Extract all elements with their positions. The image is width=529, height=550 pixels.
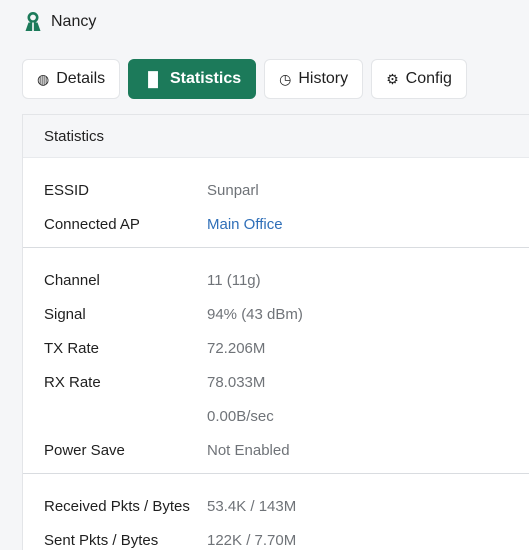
- stat-value: Sunparl: [207, 181, 259, 199]
- globe-icon: ◍: [37, 71, 50, 87]
- stats-group-radio: Channel 11 (11g) Signal 94% (43 dBm) TX …: [23, 247, 529, 473]
- stat-value: Not Enabled: [207, 441, 290, 459]
- stat-label: Received Pkts / Bytes: [44, 497, 190, 515]
- stat-row-power-save: Power Save Not Enabled: [23, 433, 529, 467]
- bar-chart-icon: ▐▌: [143, 71, 163, 87]
- user-icon: [25, 12, 41, 31]
- stats-group-traffic: Received Pkts / Bytes 53.4K / 143M Sent …: [23, 473, 529, 550]
- stats-group-connection: ESSID Sunparl Connected AP Main Office: [23, 158, 529, 247]
- stat-row-essid: ESSID Sunparl: [23, 173, 529, 207]
- stat-label: Sent Pkts / Bytes: [44, 531, 159, 549]
- stat-label: Connected AP: [44, 215, 140, 233]
- stat-row-connected-ap: Connected AP Main Office: [23, 207, 529, 241]
- client-name: Nancy: [51, 13, 97, 30]
- client-header: Nancy: [24, 8, 96, 36]
- stat-row-tx-rate: TX Rate 72.206M: [23, 331, 529, 365]
- tab-label: Config: [405, 70, 452, 87]
- stat-value: 72.206M: [207, 339, 266, 357]
- stat-value: 94% (43 dBm): [207, 305, 303, 323]
- clock-icon: ◷: [279, 71, 292, 87]
- stat-row-throughput: 0.00B/sec: [23, 399, 529, 433]
- tab-details[interactable]: ◍ Details: [22, 59, 121, 99]
- tab-label: History: [298, 70, 349, 87]
- stat-value: 122K / 7.70M: [207, 531, 297, 549]
- stat-value: 53.4K / 143M: [207, 497, 297, 515]
- stat-row-channel: Channel 11 (11g): [23, 263, 529, 297]
- tab-label: Statistics: [169, 70, 242, 87]
- tab-history[interactable]: ◷ History: [264, 59, 364, 99]
- stat-label: ESSID: [44, 181, 90, 199]
- stat-label: Power Save: [44, 441, 125, 459]
- stat-value: 0.00B/sec: [207, 407, 274, 425]
- statistics-panel: Statistics ESSID Sunparl Connected AP Ma…: [22, 114, 529, 550]
- stat-row-signal: Signal 94% (43 dBm): [23, 297, 529, 331]
- stat-label: Channel: [44, 271, 100, 289]
- client-detail-window: Nancy ◍ Details ▐▌ Statistics ◷ History …: [0, 0, 529, 550]
- stat-value: 11 (11g): [207, 271, 261, 289]
- tab-config[interactable]: ⚙ Config: [371, 59, 467, 99]
- stat-label: Signal: [44, 305, 86, 323]
- stat-row-received: Received Pkts / Bytes 53.4K / 143M: [23, 489, 529, 523]
- stat-label: TX Rate: [44, 339, 100, 357]
- gears-icon: ⚙: [386, 71, 399, 87]
- stat-value: 78.033M: [207, 373, 266, 391]
- connected-ap-link[interactable]: Main Office: [207, 216, 283, 233]
- stat-label: RX Rate: [44, 373, 101, 391]
- tab-statistics[interactable]: ▐▌ Statistics: [128, 59, 257, 99]
- stat-row-rx-rate: RX Rate 78.033M: [23, 365, 529, 399]
- tab-label: Details: [56, 70, 106, 87]
- panel-title: Statistics: [23, 115, 529, 158]
- tab-bar: ◍ Details ▐▌ Statistics ◷ History ⚙ Conf…: [22, 59, 467, 99]
- stat-row-sent: Sent Pkts / Bytes 122K / 7.70M: [23, 523, 529, 550]
